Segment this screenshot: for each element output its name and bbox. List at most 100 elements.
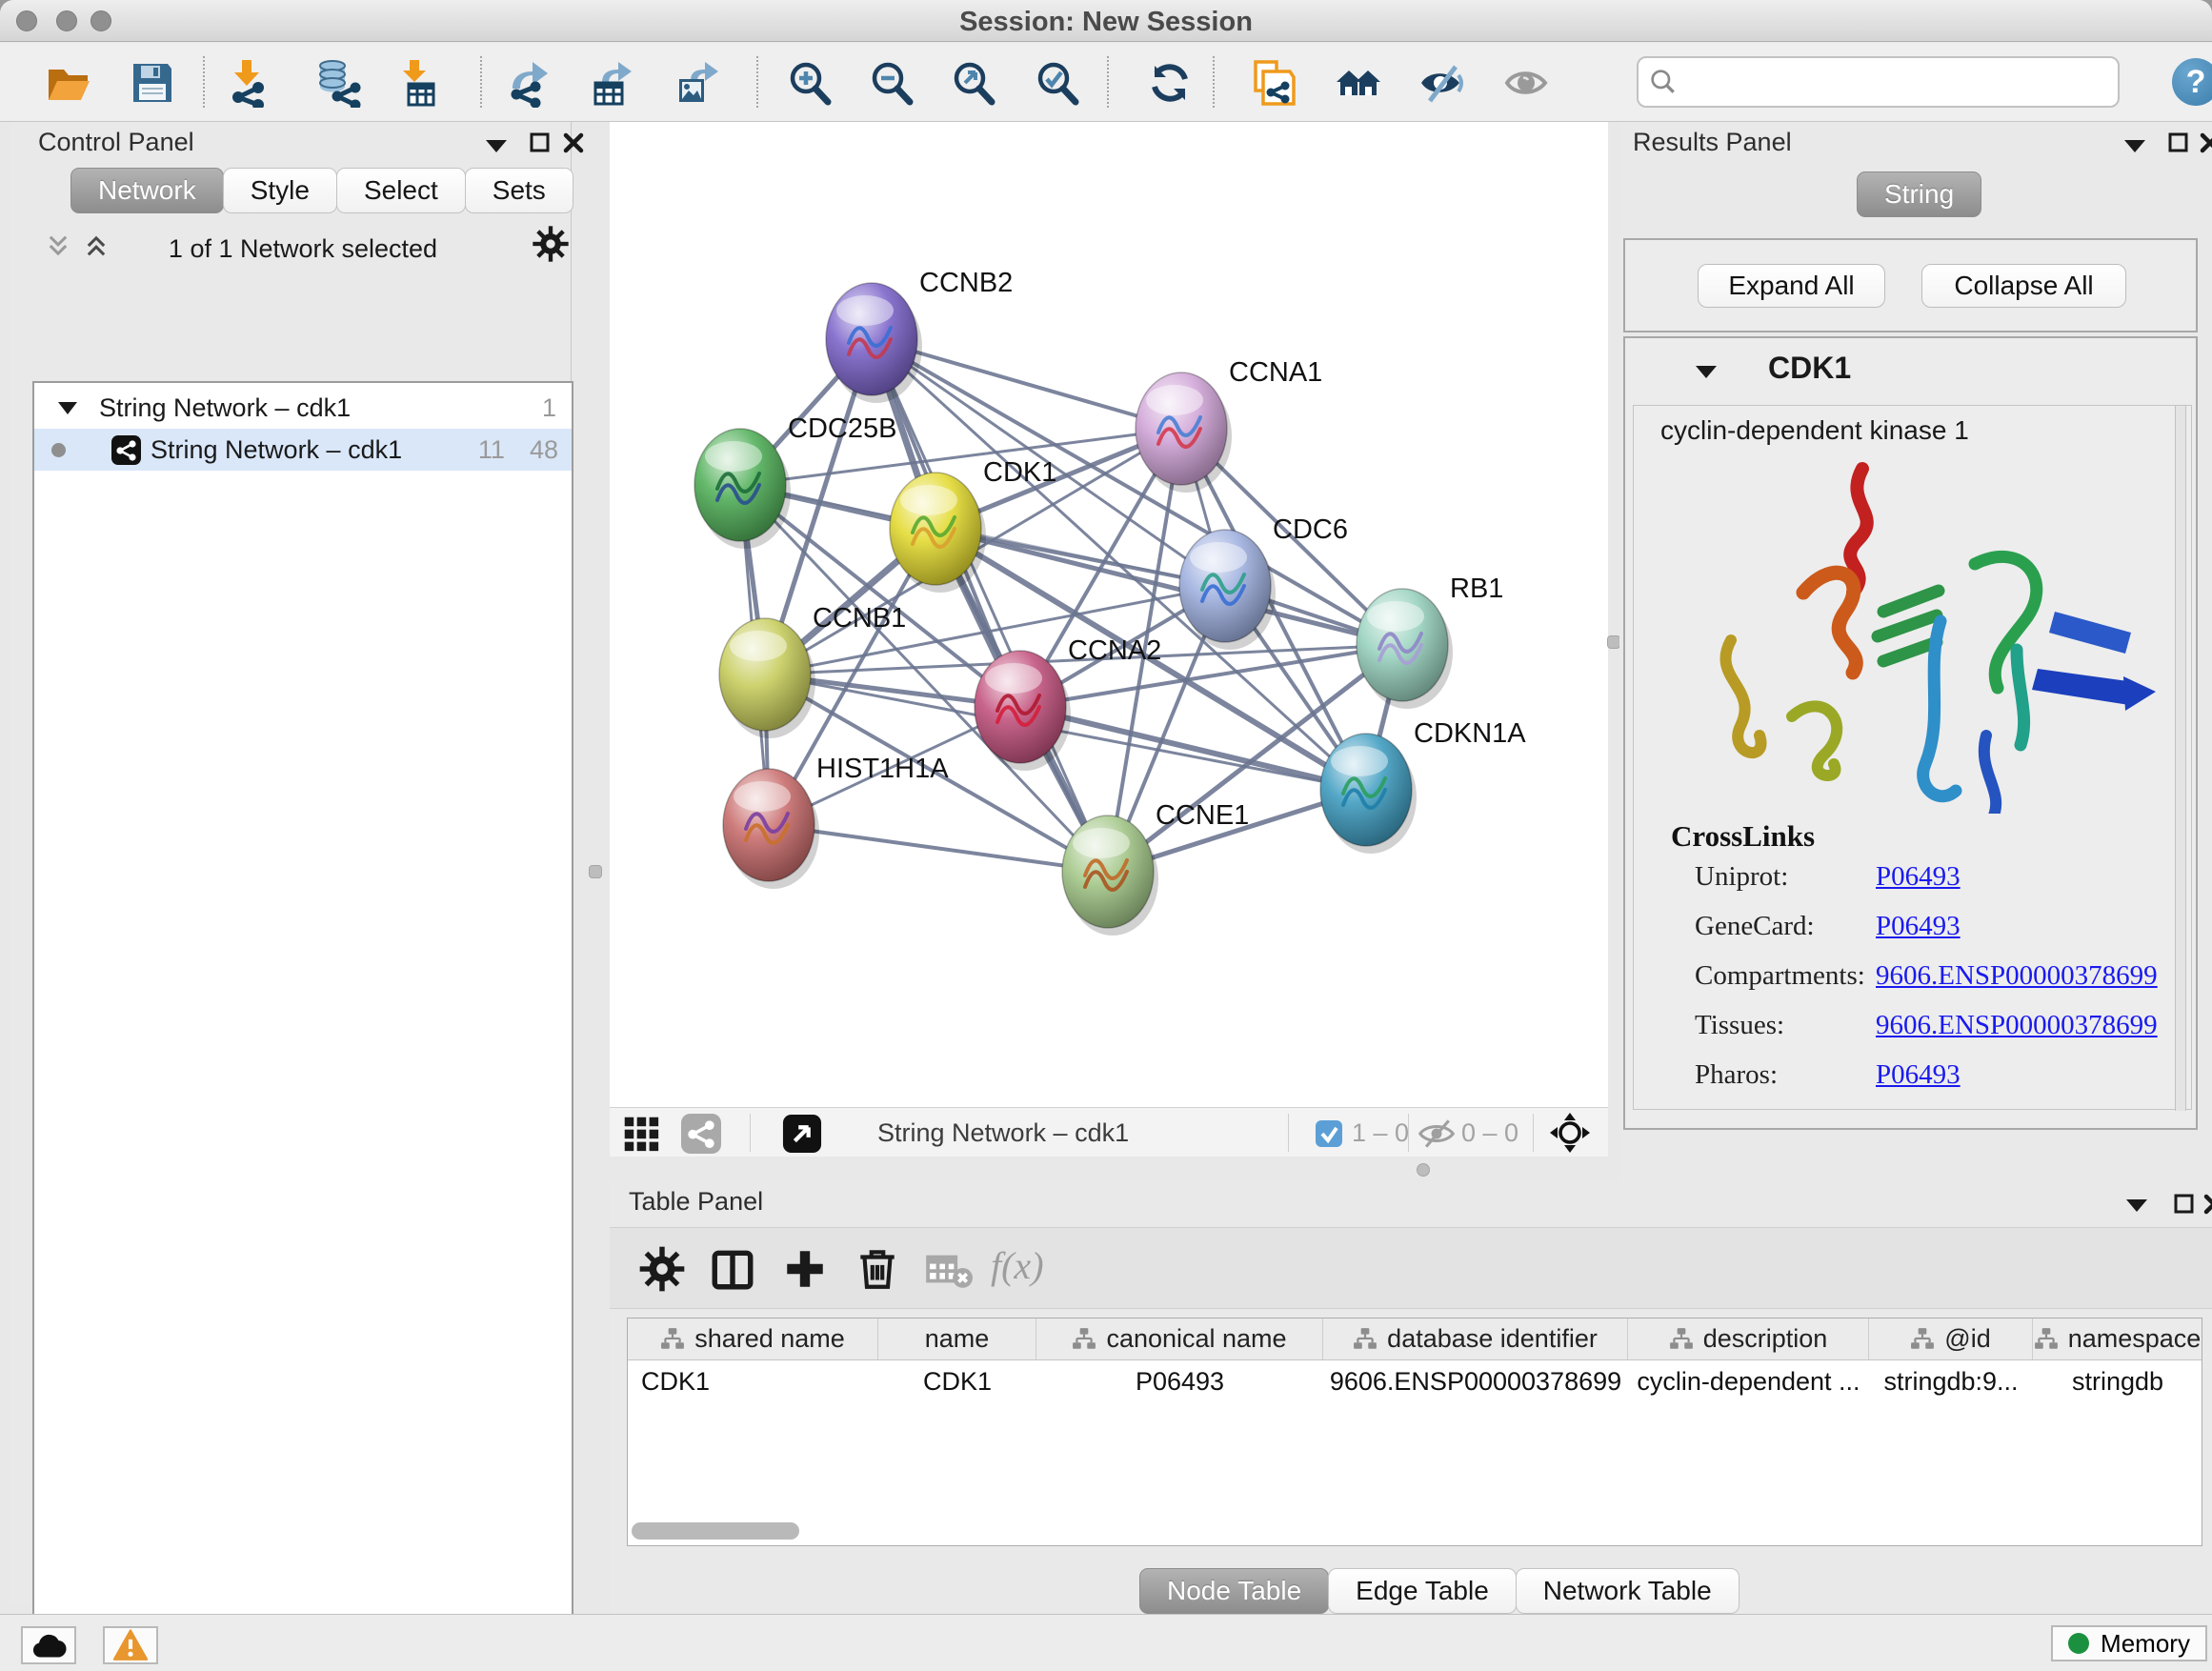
tab-string[interactable]: String <box>1857 171 1981 217</box>
import-network-from-file-button[interactable] <box>221 56 274 110</box>
cloud-status-button[interactable] <box>21 1626 76 1664</box>
tab-style[interactable]: Style <box>223 168 337 213</box>
export-table-button[interactable] <box>588 56 641 110</box>
node-CCNA2[interactable] <box>975 651 1071 771</box>
entry-disclosure-icon[interactable] <box>1694 363 1719 380</box>
export-network-button[interactable] <box>504 56 557 110</box>
birds-eye-view-icon[interactable] <box>1549 1112 1591 1154</box>
collection-disclosure-icon[interactable] <box>57 400 78 415</box>
tab-network[interactable]: Network <box>70 168 224 213</box>
column-header-shared-name[interactable]: shared name <box>628 1319 878 1359</box>
crosslink-link[interactable]: P06493 <box>1876 1059 1961 1090</box>
float-panel-icon[interactable] <box>2122 137 2147 154</box>
edge-HIST1H1A-CCNE1[interactable] <box>769 825 1108 872</box>
close-panel-icon[interactable] <box>562 131 585 154</box>
node-CCNB2[interactable] <box>826 283 922 403</box>
open-session-button[interactable] <box>42 56 95 110</box>
crosslink-link[interactable]: 9606.ENSP00000378699 <box>1876 960 2158 991</box>
table-row[interactable]: CDK1CDK1P064939606.ENSP00000378699cyclin… <box>628 1360 2202 1402</box>
help-button[interactable]: ? <box>2172 58 2212 106</box>
memory-button[interactable]: Memory <box>2051 1625 2207 1661</box>
right-splitter-handle[interactable] <box>1607 635 1620 649</box>
network-view-icon[interactable] <box>681 1114 721 1154</box>
save-session-button[interactable] <box>126 56 179 110</box>
node-CDK1[interactable] <box>890 473 986 593</box>
crosslink-link[interactable]: P06493 <box>1876 911 1961 941</box>
table-horizontal-scrollbar[interactable] <box>632 1522 799 1540</box>
crosslink-link[interactable]: 9606.ENSP00000378699 <box>1876 1010 2158 1040</box>
control-panel-title: Control Panel <box>38 128 194 157</box>
maximize-panel-icon[interactable] <box>529 131 552 154</box>
grid-view-icon[interactable] <box>623 1116 659 1152</box>
toolbar-separator <box>756 56 758 108</box>
show-columns-icon[interactable] <box>709 1245 756 1293</box>
hide-selected-icon-button[interactable] <box>1415 56 1468 110</box>
expand-all-button[interactable]: Expand All <box>1698 264 1885 308</box>
node-CCNE1[interactable] <box>1062 815 1158 936</box>
current-network-name: String Network – cdk1 <box>877 1118 1129 1148</box>
clone-network-button[interactable] <box>1246 56 1299 110</box>
refresh-layout-button[interactable] <box>1143 56 1196 110</box>
first-neighbors-button[interactable] <box>1332 56 1385 110</box>
column-header-namespace[interactable]: namespace <box>2033 1319 2202 1359</box>
column-header-description[interactable]: description <box>1628 1319 1869 1359</box>
delete-column-trash-icon[interactable] <box>854 1245 901 1293</box>
selected-nodes-edges-badge: 1 – 0 <box>1352 1118 1409 1148</box>
float-panel-icon[interactable] <box>484 137 509 154</box>
crosslink-row-uniprot-: Uniprot:P06493 <box>1695 861 1961 893</box>
node-CDKN1A[interactable] <box>1320 734 1417 854</box>
edge-CCNA2-CDKN1A[interactable] <box>1020 707 1366 790</box>
memory-label: Memory <box>2101 1629 2190 1659</box>
create-column-icon[interactable] <box>781 1245 829 1293</box>
node-RB1[interactable] <box>1357 589 1453 709</box>
export-image-button[interactable] <box>672 56 725 110</box>
footer-separator <box>1408 1114 1409 1152</box>
tab-edge-table[interactable]: Edge Table <box>1328 1568 1517 1614</box>
maximize-panel-icon[interactable] <box>2167 131 2190 154</box>
network-row-selected[interactable]: String Network – cdk1 11 48 <box>34 429 572 471</box>
horizontal-splitter-handle[interactable] <box>1417 1163 1430 1177</box>
table-toolbar: f(x) <box>610 1227 2212 1309</box>
collapse-all-button[interactable]: Collapse All <box>1921 264 2126 308</box>
zoom-out-button[interactable] <box>865 56 918 110</box>
crosslink-link[interactable]: P06493 <box>1876 861 1961 892</box>
tab-sets[interactable]: Sets <box>465 168 573 213</box>
node-CCNB1[interactable] <box>719 618 815 738</box>
column-header-canonical-name[interactable]: canonical name <box>1036 1319 1323 1359</box>
toolbar-separator <box>1107 56 1109 108</box>
network-canvas[interactable]: CCNB2CCNA1CDC25BCDK1CDC6RB1CCNB1CCNA2CDK… <box>610 122 1608 1107</box>
edge-CCNB2-CCNE1[interactable] <box>872 339 1108 872</box>
column-namespace-icon <box>1669 1327 1694 1352</box>
close-panel-icon[interactable] <box>2202 1193 2212 1216</box>
network-graph[interactable]: CCNB2CCNA1CDC25BCDK1CDC6RB1CCNB1CCNA2CDK… <box>610 122 1608 1107</box>
column-header-name[interactable]: name <box>878 1319 1036 1359</box>
column-header-database-identifier[interactable]: database identifier <box>1323 1319 1628 1359</box>
network-node-count: 11 <box>478 435 505 465</box>
table-options-gear-icon[interactable] <box>638 1245 686 1293</box>
show-all-icon-button[interactable] <box>1500 56 1554 110</box>
warning-status-button[interactable] <box>103 1626 158 1664</box>
detach-view-icon[interactable] <box>782 1114 822 1154</box>
node-HIST1H1A[interactable] <box>723 769 819 889</box>
search-input[interactable] <box>1679 67 2118 98</box>
tab-node-table[interactable]: Node Table <box>1139 1568 1329 1614</box>
tab-select[interactable]: Select <box>336 168 466 213</box>
help-glyph: ? <box>2186 64 2206 100</box>
left-splitter-handle[interactable] <box>589 865 602 878</box>
network-options-gear-icon[interactable] <box>532 225 570 263</box>
network-collection-row[interactable]: String Network – cdk1 1 <box>34 387 572 429</box>
import-table-from-file-button[interactable] <box>388 56 441 110</box>
float-panel-icon[interactable] <box>2124 1197 2149 1214</box>
close-panel-icon[interactable] <box>2199 131 2212 154</box>
zoom-fit-content-button[interactable] <box>947 56 1000 110</box>
zoom-selected-button[interactable] <box>1031 56 1084 110</box>
node-CCNA1[interactable] <box>1136 372 1232 493</box>
column-header--id[interactable]: @id <box>1869 1319 2033 1359</box>
maximize-panel-icon[interactable] <box>2173 1193 2196 1216</box>
selected-checkbox-icon[interactable] <box>1315 1119 1343 1148</box>
import-network-from-database-button[interactable] <box>312 56 365 110</box>
zoom-in-button[interactable] <box>783 56 836 110</box>
node-label-CDC25B: CDC25B <box>788 413 896 444</box>
tab-network-table[interactable]: Network Table <box>1516 1568 1739 1614</box>
results-scrollbar[interactable] <box>2175 406 2186 1111</box>
